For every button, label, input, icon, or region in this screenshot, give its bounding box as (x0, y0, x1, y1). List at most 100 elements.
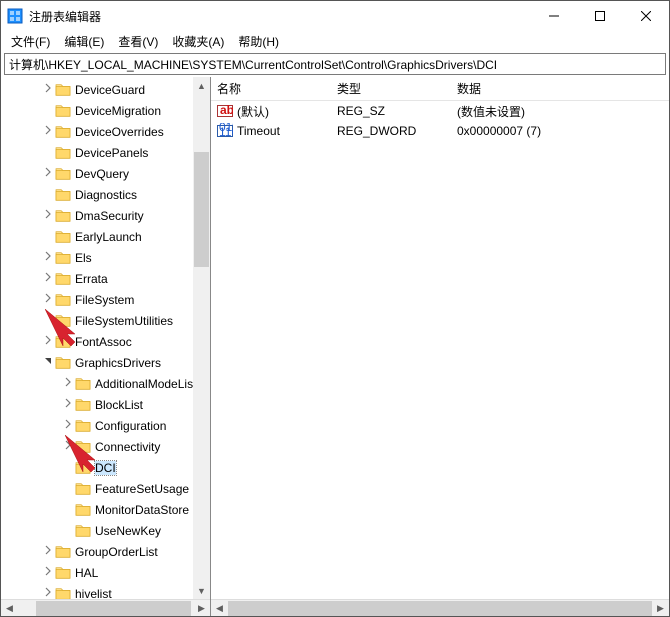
tree-item-label: UseNewKey (95, 524, 161, 538)
expander-icon[interactable] (41, 83, 55, 96)
expander-icon[interactable] (41, 251, 55, 264)
folder-icon (55, 335, 71, 349)
tree-item-hal[interactable]: HAL (1, 562, 210, 583)
tree-item-label: FeatureSetUsage (95, 482, 189, 496)
tree-item-blocklist[interactable]: BlockList (1, 394, 210, 415)
expander-icon[interactable] (61, 440, 75, 453)
folder-icon (75, 419, 91, 433)
tree-view[interactable]: DeviceGuard DeviceMigrationDeviceOverride… (1, 77, 210, 599)
tree-item-filesystem[interactable]: FileSystem (1, 289, 210, 310)
expander-icon[interactable] (41, 566, 55, 579)
tree-item-monitordatastore[interactable]: MonitorDataStore (1, 499, 210, 520)
tree-item-label: Diagnostics (75, 188, 137, 202)
value-data: 0x00000007 (7) (451, 124, 669, 138)
folder-icon (55, 209, 71, 223)
expander-icon[interactable] (61, 419, 75, 432)
tree-item-label: FileSystem (75, 293, 134, 307)
tree-item-dmasecurity[interactable]: DmaSecurity (1, 205, 210, 226)
folder-icon (55, 83, 71, 97)
tree-hscrollbar[interactable]: ◀ ▶ (1, 599, 210, 616)
expander-icon[interactable] (61, 398, 75, 411)
tree-item-errata[interactable]: Errata (1, 268, 210, 289)
folder-icon (55, 146, 71, 160)
expander-icon[interactable] (41, 335, 55, 348)
menu-favorites[interactable]: 收藏夹(A) (166, 31, 230, 52)
folder-icon (75, 524, 91, 538)
menu-edit[interactable]: 编辑(E) (58, 31, 110, 52)
tree-item-deviceguard[interactable]: DeviceGuard (1, 79, 210, 100)
folder-icon (55, 293, 71, 307)
scroll-left-icon[interactable]: ◀ (211, 600, 228, 617)
value-name: (默认) (211, 103, 331, 120)
expander-icon[interactable] (41, 125, 55, 138)
folder-icon (55, 566, 71, 580)
tree-item-configuration[interactable]: Configuration (1, 415, 210, 436)
folder-icon (75, 377, 91, 391)
tree-item-label: Els (75, 251, 92, 265)
address-bar[interactable]: 计算机\HKEY_LOCAL_MACHINE\SYSTEM\CurrentCon… (4, 53, 666, 75)
tree-item-devicemigration[interactable]: DeviceMigration (1, 100, 210, 121)
menubar: 文件(F) 编辑(E) 查看(V) 收藏夹(A) 帮助(H) (1, 31, 669, 51)
tree-item-devicepanels[interactable]: DevicePanels (1, 142, 210, 163)
column-name[interactable]: 名称 (211, 80, 331, 97)
scroll-left-icon[interactable]: ◀ (1, 600, 18, 617)
column-type[interactable]: 类型 (331, 80, 451, 97)
folder-icon (55, 104, 71, 118)
scroll-right-icon[interactable]: ▶ (193, 600, 210, 617)
scroll-thumb[interactable] (36, 601, 191, 616)
tree-item-label: DeviceGuard (75, 83, 145, 97)
list-row[interactable]: (默认)REG_SZ(数值未设置) (211, 101, 669, 121)
scroll-right-icon[interactable]: ▶ (652, 600, 669, 617)
maximize-button[interactable] (577, 1, 623, 31)
list-hscrollbar[interactable]: ◀ ▶ (211, 599, 669, 616)
tree-item-usenewkey[interactable]: UseNewKey (1, 520, 210, 541)
tree-item-label: GroupOrderList (75, 545, 158, 559)
tree-item-hivelist[interactable]: hivelist (1, 583, 210, 599)
tree-item-graphicsdrivers[interactable]: GraphicsDrivers (1, 352, 210, 373)
expander-icon[interactable] (41, 209, 55, 222)
tree-item-els[interactable]: Els (1, 247, 210, 268)
tree-item-additionalmodelis[interactable]: AdditionalModeLis (1, 373, 210, 394)
tree-item-connectivity[interactable]: Connectivity (1, 436, 210, 457)
tree-item-dci[interactable]: DCI (1, 457, 210, 478)
tree-panel: DeviceGuard DeviceMigrationDeviceOverride… (1, 77, 211, 616)
app-icon (7, 8, 23, 24)
tree-item-fontassoc[interactable]: FontAssoc (1, 331, 210, 352)
expander-icon[interactable] (41, 272, 55, 285)
folder-icon (55, 272, 71, 286)
tree-item-diagnostics[interactable]: Diagnostics (1, 184, 210, 205)
tree-item-deviceoverrides[interactable]: DeviceOverrides (1, 121, 210, 142)
expander-icon[interactable] (41, 545, 55, 558)
folder-icon (75, 503, 91, 517)
tree-item-filesystemutilities[interactable]: FileSystemUtilities (1, 310, 210, 331)
scroll-thumb[interactable] (194, 152, 209, 267)
string-value-icon (217, 103, 233, 119)
scroll-up-icon[interactable]: ▲ (193, 77, 210, 94)
expander-icon[interactable] (41, 293, 55, 306)
list-row[interactable]: TimeoutREG_DWORD0x00000007 (7) (211, 121, 669, 141)
column-data[interactable]: 数据 (451, 80, 669, 97)
tree-item-label: MonitorDataStore (95, 503, 189, 517)
expander-icon[interactable] (41, 356, 55, 369)
folder-icon (75, 482, 91, 496)
tree-item-grouporderlist[interactable]: GroupOrderList (1, 541, 210, 562)
menu-help[interactable]: 帮助(H) (232, 31, 285, 52)
tree-item-devquery[interactable]: DevQuery (1, 163, 210, 184)
menu-file[interactable]: 文件(F) (5, 31, 56, 52)
expander-icon[interactable] (41, 587, 55, 599)
minimize-button[interactable] (531, 1, 577, 31)
folder-icon (55, 545, 71, 559)
list-body[interactable]: (默认)REG_SZ(数值未设置)TimeoutREG_DWORD0x00000… (211, 101, 669, 599)
scroll-thumb[interactable] (228, 601, 652, 616)
tree-item-earlylaunch[interactable]: EarlyLaunch (1, 226, 210, 247)
menu-view[interactable]: 查看(V) (112, 31, 164, 52)
tree-item-featuresetusage[interactable]: FeatureSetUsage (1, 478, 210, 499)
tree-vscrollbar[interactable]: ▲ ▼ (193, 77, 210, 599)
tree-item-label: FileSystemUtilities (75, 314, 173, 328)
window-title: 注册表编辑器 (29, 8, 531, 25)
content-area: DeviceGuard DeviceMigrationDeviceOverride… (1, 77, 669, 616)
close-button[interactable] (623, 1, 669, 31)
expander-icon[interactable] (41, 167, 55, 180)
expander-icon[interactable] (61, 377, 75, 390)
scroll-down-icon[interactable]: ▼ (193, 582, 210, 599)
